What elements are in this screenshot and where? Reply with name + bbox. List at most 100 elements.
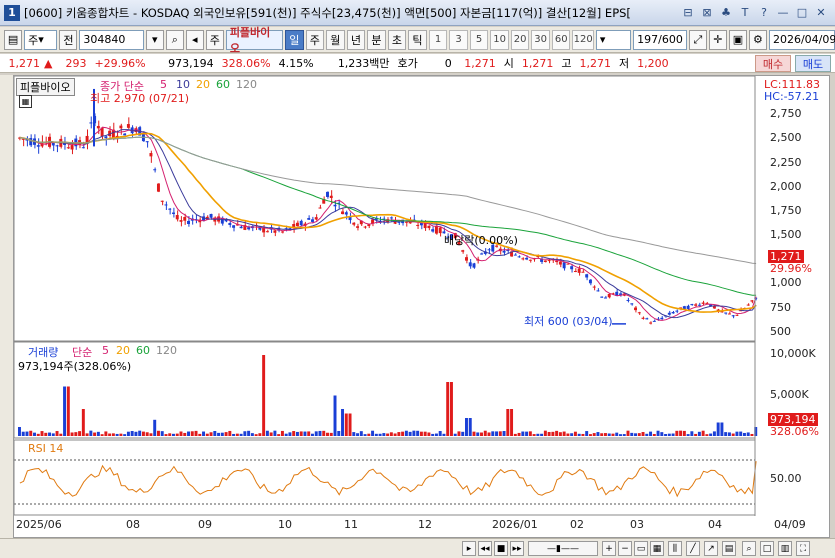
period-year[interactable]: 년 xyxy=(346,29,366,50)
chart-layout-icon[interactable]: ▤ xyxy=(4,29,23,50)
interval-3[interactable]: 3 xyxy=(449,29,468,50)
count-input[interactable]: 197/600 xyxy=(633,29,687,50)
settings-icon[interactable]: ⚙ xyxy=(748,29,767,50)
link-icon[interactable]: ⊟ xyxy=(680,4,696,20)
ma60-label[interactable]: 60 xyxy=(216,78,230,91)
volume-bar xyxy=(81,409,85,436)
volume-bar xyxy=(472,431,476,436)
volume-bar xyxy=(190,431,194,436)
volume-bar xyxy=(585,431,589,436)
interval-10[interactable]: 10 xyxy=(490,29,509,50)
volume-bar xyxy=(93,432,97,436)
sell-button[interactable]: 매도 xyxy=(795,55,831,72)
text-icon[interactable]: T xyxy=(737,4,753,20)
ma60-line xyxy=(19,136,757,296)
period-second[interactable]: 초 xyxy=(387,29,407,50)
chart-area[interactable]: 피플바이오 종가 단순 5 10 20 60 120 ▦ 최고 2,970 (0… xyxy=(13,75,830,538)
interval-60[interactable]: 60 xyxy=(551,29,571,50)
volume-bar xyxy=(709,433,713,436)
interval-1[interactable]: 1 xyxy=(428,29,448,50)
period-tick[interactable]: 틱 xyxy=(408,29,427,50)
volume-bar xyxy=(397,432,401,436)
prev-button[interactable]: 전 xyxy=(59,29,78,50)
date-input[interactable]: 2026/04/09 xyxy=(768,29,835,50)
period-day[interactable]: 일 xyxy=(285,29,304,50)
zoom-in-icon[interactable]: + xyxy=(602,541,616,556)
volume-bar xyxy=(592,433,596,436)
zoom-slider[interactable]: —▮—— xyxy=(528,541,598,556)
club-icon[interactable]: ♣ xyxy=(718,4,734,20)
stop-icon[interactable]: ■ xyxy=(494,541,508,556)
interval-30[interactable]: 30 xyxy=(531,29,550,50)
search-bottom-icon[interactable]: ⌕ xyxy=(742,541,756,556)
volume-bar xyxy=(465,418,468,436)
search-icon[interactable]: ⌕ xyxy=(165,29,184,50)
rewind-icon[interactable]: ◂◂ xyxy=(478,541,492,556)
stock-jong-button[interactable]: 주 xyxy=(205,29,224,50)
line-icon[interactable]: ╱ xyxy=(686,541,700,556)
tile-icon[interactable]: ⊠ xyxy=(699,4,715,20)
period-minute[interactable]: 분 xyxy=(367,29,386,50)
cross-icon[interactable]: ✛ xyxy=(708,29,727,50)
volume-bar xyxy=(194,430,198,436)
volume-bar xyxy=(581,433,585,436)
volume-bar xyxy=(386,433,390,436)
forward-icon[interactable]: ▸▸ xyxy=(510,541,524,556)
volume-bar xyxy=(532,434,536,436)
interval-20[interactable]: 20 xyxy=(510,29,530,50)
grid-toggle-icon[interactable]: ▦ xyxy=(19,95,32,108)
volume-bar xyxy=(59,433,63,436)
ma120-label[interactable]: 120 xyxy=(236,78,257,91)
zoom-out-icon[interactable]: − xyxy=(618,541,632,556)
volume-bar xyxy=(239,433,243,436)
maximize-icon[interactable]: □ xyxy=(794,4,810,20)
candle-body xyxy=(641,317,645,319)
ma120-line xyxy=(19,136,757,264)
price-panel-title[interactable]: 피플바이오 xyxy=(16,78,75,96)
fit-icon[interactable]: ▭ xyxy=(634,541,648,556)
vol-ma60-label[interactable]: 60 xyxy=(136,344,150,357)
volume-bar xyxy=(423,431,427,436)
volume-bar xyxy=(187,431,190,436)
close-icon[interactable]: ✕ xyxy=(813,4,829,20)
volume-bar xyxy=(649,431,653,436)
help-icon[interactable]: ? xyxy=(756,4,772,20)
count-input-value: 197/600 xyxy=(637,33,683,46)
vol-ma5-label[interactable]: 5 xyxy=(102,344,109,357)
code-input[interactable]: 304840 xyxy=(79,29,144,50)
volume-bar xyxy=(686,434,690,436)
vol-ma20-label[interactable]: 20 xyxy=(116,344,130,357)
volume-bar xyxy=(250,433,254,436)
candle-body xyxy=(528,259,532,261)
candle-body xyxy=(634,307,637,311)
square-icon[interactable]: □ xyxy=(760,541,774,556)
candle-body xyxy=(438,227,442,234)
scroll-left-icon[interactable]: ▸ xyxy=(462,541,476,556)
interval-5[interactable]: 5 xyxy=(469,29,489,50)
chart-icon[interactable]: ▤ xyxy=(722,541,736,556)
volume-icon[interactable]: ◂ xyxy=(185,29,204,50)
panel-icon[interactable]: ▥ xyxy=(778,541,792,556)
period-month[interactable]: 월 xyxy=(326,29,345,50)
buy-button[interactable]: 매수 xyxy=(755,55,791,72)
trend-icon[interactable]: ↗ xyxy=(704,541,718,556)
minimize-icon[interactable]: — xyxy=(775,4,791,20)
rsi-title[interactable]: RSI 14 xyxy=(28,442,63,455)
candle-body xyxy=(404,221,408,223)
volume-bar xyxy=(558,432,562,436)
chart-svg[interactable] xyxy=(14,76,829,537)
interval-select[interactable]: ▾ xyxy=(595,29,632,50)
candle-body xyxy=(273,230,277,233)
zoom-icon[interactable]: ⤢ xyxy=(688,29,707,50)
grid-icon[interactable]: ▦ xyxy=(650,541,664,556)
open-label: 시 xyxy=(503,57,514,70)
market-select[interactable]: 주 ▾ xyxy=(24,29,58,50)
vol-ma120-label[interactable]: 120 xyxy=(156,344,177,357)
split-icon[interactable]: ⫼ xyxy=(668,541,682,556)
interval-120[interactable]: 120 xyxy=(572,29,594,50)
save-icon[interactable]: ▣ xyxy=(728,29,747,50)
period-week[interactable]: 주 xyxy=(305,29,325,50)
code-dropdown-icon[interactable]: ▾ xyxy=(145,29,164,50)
fullscreen-icon[interactable]: ⛶ xyxy=(796,541,810,556)
ma20-label[interactable]: 20 xyxy=(196,78,210,91)
